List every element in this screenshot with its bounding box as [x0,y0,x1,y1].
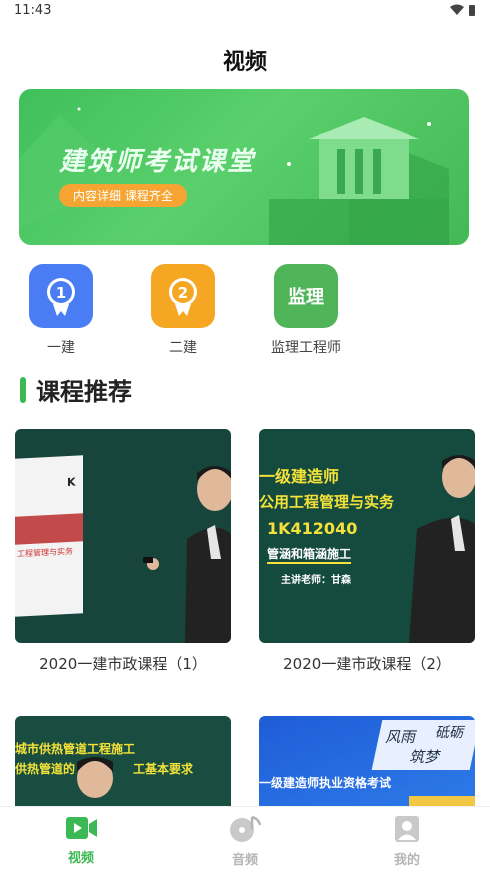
course-title: 2020一建市政课程（1） [39,655,207,673]
thumb-text: 风雨 [385,728,416,746]
page-title: 视频 [222,50,267,75]
category-label: 一建 [47,340,75,356]
lecturer-figure [143,466,231,643]
category-yijian[interactable]: 1 一建 [11,264,111,357]
tab-video[interactable]: 视频 [46,815,116,866]
video-icon [66,817,97,839]
category-label: 监理工程师 [271,340,341,356]
thumb-text: 筑梦 [409,748,440,766]
status-bar: 11:43 [0,0,490,24]
category-jianli[interactable]: 监理 监理工程师 [256,264,356,357]
category-erjian[interactable]: 2 二建 [133,264,233,357]
svg-text:2: 2 [178,284,188,302]
tab-label: 视频 [67,851,94,866]
battery-icon [469,5,475,16]
section-accent-bar [20,376,26,403]
course-title: 2020一建市政课程（2） [283,655,451,673]
banner-title: 建筑师考试课堂 [59,147,256,177]
course-card[interactable]: K 工程管理与实务 2020一建市政课程（1） [15,429,231,674]
supervision-icon-text: 监理 [288,287,324,308]
section-title: 课程推荐 [36,378,132,406]
course-thumbnail: K 工程管理与实务 [15,429,231,643]
profile-icon [395,816,419,842]
course-card[interactable]: 一级建造师 公用工程管理与实务 1K412040 管涵和箱涵施工 主讲老师：甘森… [259,429,475,674]
promo-banner[interactable]: 建筑师考试课堂 内容详细 课程齐全 [19,89,469,245]
lecturer-figure [77,757,113,798]
tab-audio[interactable]: 音频 [210,815,280,868]
thumb-text: 一级建造师执业资格考试 [259,776,392,790]
section-header: 课程推荐 [20,372,132,407]
tab-profile[interactable]: 我的 [372,815,442,868]
course-card[interactable]: 城市供热管道工程施工 供热管道的 工基本要求 [15,716,231,806]
course-thumbnail: 城市供热管道工程施工 供热管道的 工基本要求 [15,716,231,806]
tab-label: 我的 [393,853,420,868]
status-icons [450,4,476,16]
tab-label: 音频 [231,853,258,868]
banner-subtitle: 内容详细 课程齐全 [59,184,187,207]
category-row: 1 一建 2 二建 监理 监理工程师 [0,264,490,360]
medal-2-icon: 2 [151,264,215,328]
medal-1-icon: 1 [29,264,93,328]
course-thumbnail: 一级建造师 公用工程管理与实务 1K412040 管涵和箱涵施工 主讲老师：甘森 [259,429,475,643]
bottom-tab-bar: 视频 音频 我的 [0,806,490,873]
category-label: 二建 [169,340,197,356]
thumb-accent-stripe [409,796,475,806]
course-card[interactable]: 风雨 砥砺 筑梦 一级建造师执业资格考试 [259,716,475,806]
supervision-icon: 监理 [274,264,338,328]
svg-text:1: 1 [56,284,66,302]
course-thumbnail: 风雨 砥砺 筑梦 一级建造师执业资格考试 [259,716,475,806]
thumb-text: 砥砺 [435,725,463,741]
lecturer-figure [409,455,475,643]
music-icon [230,815,262,842]
status-time: 11:43 [14,3,52,18]
wifi-icon [450,4,464,15]
